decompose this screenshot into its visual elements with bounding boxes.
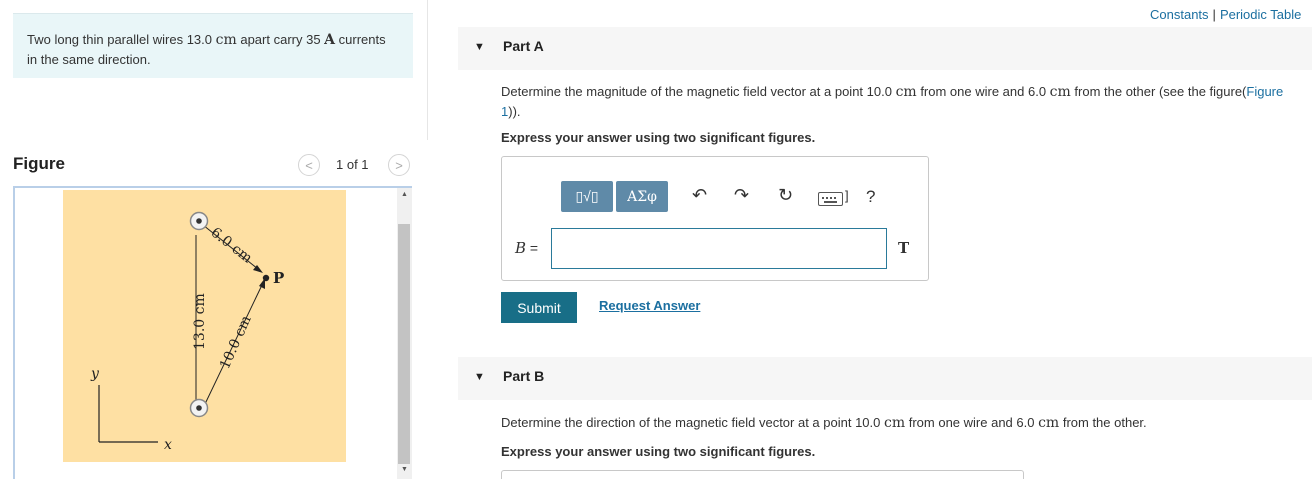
distance-10cm-label: 10.0 cm	[217, 313, 255, 371]
problem-unit-a: A	[324, 32, 336, 48]
templates-button[interactable]: ▯√▯	[561, 181, 613, 212]
top-links: Constants | Periodic Table	[1150, 7, 1301, 22]
reset-icon[interactable]: ↻	[778, 185, 793, 206]
part-a-prompt-4: )).	[508, 104, 521, 119]
problem-text-1: Two long thin parallel wires 13.0	[27, 32, 216, 47]
part-b-header[interactable]: ▼ Part B	[458, 357, 1312, 400]
figure-next-button[interactable]: >	[388, 154, 410, 176]
column-divider	[427, 0, 428, 140]
greek-symbols-icon: ΑΣφ	[627, 188, 657, 205]
x-axis-label: x	[164, 437, 172, 453]
undo-icon[interactable]: ↶	[692, 185, 707, 206]
part-b-instruction: Express your answer using two significan…	[501, 444, 816, 459]
part-b-title: Part B	[503, 368, 545, 384]
part-a-prompt-1: Determine the magnitude of the magnetic …	[501, 84, 896, 99]
figure-prev-button[interactable]: <	[298, 154, 320, 176]
keyboard-bracket: ]	[845, 188, 849, 203]
top-wire	[189, 211, 209, 231]
part-a-instruction: Express your answer using two significan…	[501, 130, 816, 145]
answer-unit: T	[898, 239, 910, 257]
request-answer-link[interactable]: Request Answer	[599, 298, 700, 313]
part-a-unit-1: cm	[895, 84, 917, 100]
part-b-prompt-2: from one wire and 6.0	[905, 415, 1039, 430]
part-a-prompt-2: from one wire and 6.0	[916, 84, 1050, 99]
part-a-header[interactable]: ▼ Part A	[458, 27, 1312, 70]
collapse-caret-icon[interactable]: ▼	[474, 41, 485, 53]
answer-editor: ▯√▯ ΑΣφ ↶ ↷ ↻ ] ? B = T	[501, 156, 929, 281]
submit-button[interactable]: Submit	[501, 292, 577, 323]
constants-link[interactable]: Constants	[1150, 7, 1209, 22]
problem-text-2: apart carry 35	[236, 32, 325, 47]
redo-icon[interactable]: ↷	[734, 185, 749, 206]
scroll-thumb[interactable]	[398, 224, 410, 464]
part-a-title: Part A	[503, 38, 544, 54]
figure-pager-count: 1 of 1	[336, 157, 369, 172]
equals-sign: =	[526, 240, 539, 256]
figure-header: Figure < 1 of 1 >	[13, 154, 413, 178]
scroll-up-arrow-icon[interactable]: ▲	[397, 191, 412, 198]
part-a-prompt-3: from the other (see the figure(	[1070, 84, 1247, 99]
variable-b: B	[515, 239, 527, 257]
part-b-prompt-3: from the other.	[1059, 415, 1147, 430]
part-a-unit-2: cm	[1049, 84, 1071, 100]
part-b-unit-1: cm	[884, 415, 906, 431]
collapse-caret-icon[interactable]: ▼	[474, 371, 485, 383]
wires-diagram: y x 13.0 cm 6.0 cm 10.0 cm P	[90, 211, 284, 453]
sqrt-template-icon: ▯√▯	[575, 188, 599, 204]
part-b-prompt-1: Determine the direction of the magnetic …	[501, 415, 884, 430]
figure-viewer[interactable]: y x 13.0 cm 6.0 cm 10.0 cm P ▲ ▼	[13, 186, 412, 479]
chevron-right-icon: >	[395, 157, 403, 173]
scroll-down-arrow-icon[interactable]: ▼	[397, 466, 412, 473]
y-axis-label: y	[90, 366, 100, 382]
distance-6cm-label: 6.0 cm	[208, 225, 256, 267]
point-p-label: P	[273, 269, 284, 287]
part-b-prompt: Determine the direction of the magnetic …	[501, 413, 1291, 433]
bottom-wire	[189, 398, 209, 418]
figure-image: y x 13.0 cm 6.0 cm 10.0 cm P	[63, 190, 346, 462]
keyboard-icon[interactable]	[818, 192, 843, 206]
periodic-table-link[interactable]: Periodic Table	[1220, 7, 1301, 22]
separation-label: 13.0 cm	[192, 293, 208, 350]
links-separator: |	[1212, 7, 1216, 22]
problem-unit-cm: cm	[215, 32, 237, 48]
figure-title: Figure	[13, 154, 65, 173]
answer-input[interactable]	[551, 228, 887, 269]
chevron-left-icon: <	[305, 157, 313, 173]
part-a-prompt: Determine the magnitude of the magnetic …	[501, 82, 1291, 121]
help-icon[interactable]: ?	[866, 187, 875, 207]
part-b-unit-2: cm	[1038, 415, 1060, 431]
problem-statement: Two long thin parallel wires 13.0 cm apa…	[13, 13, 413, 78]
part-b-answer-editor	[501, 470, 1024, 479]
greek-symbols-button[interactable]: ΑΣφ	[616, 181, 668, 212]
answer-variable-label: B =	[515, 239, 538, 257]
figure-scrollbar[interactable]: ▲ ▼	[397, 188, 412, 479]
